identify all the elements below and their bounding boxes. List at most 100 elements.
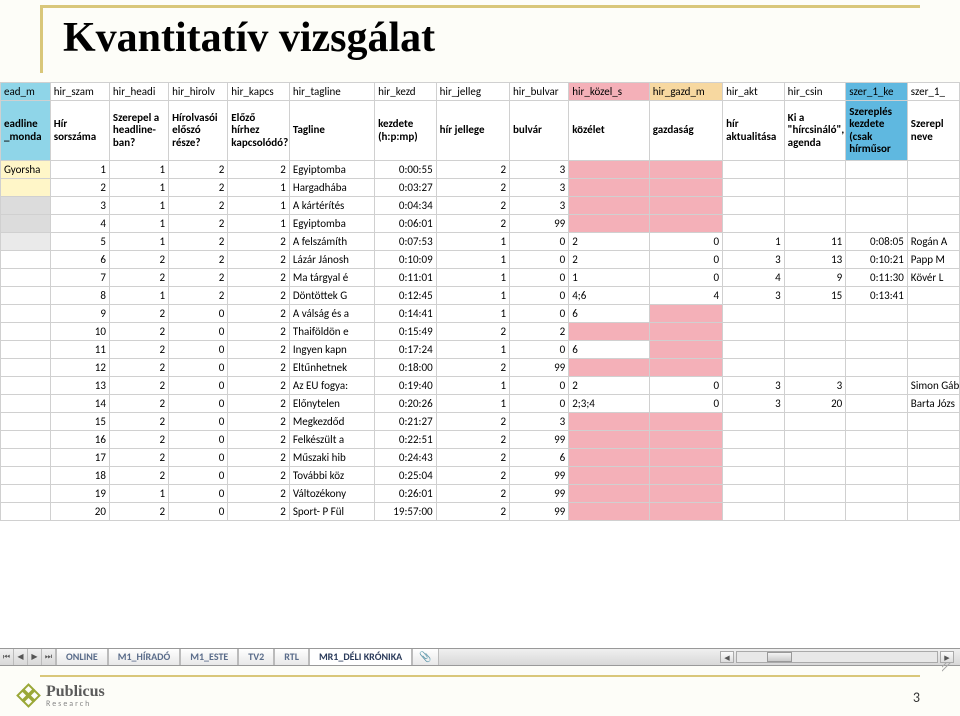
- cell-akt[interactable]: 3: [723, 377, 785, 395]
- cell-ead[interactable]: [1, 197, 51, 215]
- cell-jelleg[interactable]: 2: [436, 161, 509, 179]
- cell-szer1[interactable]: Rogán A: [907, 233, 959, 251]
- cell-tagline[interactable]: Eltűnhetnek: [289, 359, 374, 377]
- cell-csin[interactable]: [784, 305, 846, 323]
- cell-kezd[interactable]: 0:17:24: [375, 341, 437, 359]
- cell-kapcs[interactable]: 2: [228, 503, 290, 521]
- cell-hirolv[interactable]: 0: [169, 395, 228, 413]
- cell-jelleg[interactable]: 1: [436, 377, 509, 395]
- cell-csin[interactable]: [784, 503, 846, 521]
- cell-kezd[interactable]: 0:11:01: [375, 269, 437, 287]
- scroll-track[interactable]: [736, 651, 938, 663]
- cell-akt[interactable]: [723, 215, 785, 233]
- cell-kapcs[interactable]: 2: [228, 161, 290, 179]
- cell-szer1k[interactable]: [846, 305, 908, 323]
- cell-ead[interactable]: [1, 269, 51, 287]
- cell-szam[interactable]: 1: [50, 161, 109, 179]
- cell-szer1[interactable]: Barta Józs: [907, 395, 959, 413]
- cell-gazd[interactable]: 0: [649, 377, 722, 395]
- table-row[interactable]: 14202Előnytelen0:20:26102;3;40320Barta J…: [1, 395, 960, 413]
- table-row[interactable]: 2121Hargadhába0:03:2723: [1, 179, 960, 197]
- cell-kozel[interactable]: [569, 467, 650, 485]
- cell-hirolv[interactable]: 2: [169, 215, 228, 233]
- cell-ead[interactable]: [1, 413, 51, 431]
- cell-akt[interactable]: [723, 485, 785, 503]
- cell-szer1[interactable]: [907, 341, 959, 359]
- cell-szer1k[interactable]: 0:10:21: [846, 251, 908, 269]
- cell-hirolv[interactable]: 0: [169, 305, 228, 323]
- cell-kezd[interactable]: 0:18:00: [375, 359, 437, 377]
- cell-szer1k[interactable]: [846, 467, 908, 485]
- table-row[interactable]: 8122Döntöttek G0:12:45104;643150:13:41: [1, 287, 960, 305]
- cell-head[interactable]: 2: [109, 431, 168, 449]
- cell-szer1[interactable]: [907, 287, 959, 305]
- cell-szer1k[interactable]: [846, 413, 908, 431]
- cell-csin[interactable]: [784, 359, 846, 377]
- cell-jelleg[interactable]: 2: [436, 359, 509, 377]
- spreadsheet[interactable]: ead_m hir_szam hir_headi hir_hirolv hir_…: [0, 82, 960, 662]
- cell-jelleg[interactable]: 1: [436, 251, 509, 269]
- cell-szam[interactable]: 13: [50, 377, 109, 395]
- cell-head[interactable]: 2: [109, 449, 168, 467]
- cell-head[interactable]: 1: [109, 215, 168, 233]
- cell-kezd[interactable]: 0:22:51: [375, 431, 437, 449]
- cell-kezd[interactable]: 0:20:26: [375, 395, 437, 413]
- cell-tagline[interactable]: Lázár Jánosh: [289, 251, 374, 269]
- cell-gazd[interactable]: 4: [649, 287, 722, 305]
- cell-szam[interactable]: 16: [50, 431, 109, 449]
- cell-csin[interactable]: [784, 467, 846, 485]
- cell-kezd[interactable]: 19:57:00: [375, 503, 437, 521]
- cell-kezd[interactable]: 0:19:40: [375, 377, 437, 395]
- resize-grip-icon[interactable]: [942, 662, 954, 672]
- cell-kozel[interactable]: 2: [569, 377, 650, 395]
- cell-jelleg[interactable]: 2: [436, 449, 509, 467]
- cell-gazd[interactable]: [649, 179, 722, 197]
- cell-szer1k[interactable]: 0:08:05: [846, 233, 908, 251]
- cell-szam[interactable]: 5: [50, 233, 109, 251]
- cell-akt[interactable]: [723, 503, 785, 521]
- cell-kozel[interactable]: [569, 359, 650, 377]
- cell-tagline[interactable]: A felszámíth: [289, 233, 374, 251]
- cell-jelleg[interactable]: 2: [436, 215, 509, 233]
- tab-mr1-deli-kronika[interactable]: MR1_DÉLI KRÓNIKA: [309, 649, 412, 665]
- cell-kozel[interactable]: 2;3;4: [569, 395, 650, 413]
- cell-tagline[interactable]: Megkezdőd: [289, 413, 374, 431]
- cell-szer1k[interactable]: [846, 341, 908, 359]
- cell-tagline[interactable]: További köz: [289, 467, 374, 485]
- tab-nav-last-icon[interactable]: ⏭: [42, 649, 56, 665]
- cell-szer1[interactable]: Simon Gáb: [907, 377, 959, 395]
- cell-head[interactable]: 1: [109, 197, 168, 215]
- tab-nav-prev-icon[interactable]: ◀: [14, 649, 28, 665]
- cell-csin[interactable]: [784, 449, 846, 467]
- cell-csin[interactable]: [784, 323, 846, 341]
- cell-gazd[interactable]: 0: [649, 395, 722, 413]
- cell-szam[interactable]: 7: [50, 269, 109, 287]
- cell-csin[interactable]: [784, 485, 846, 503]
- cell-head[interactable]: 2: [109, 377, 168, 395]
- cell-kapcs[interactable]: 1: [228, 215, 290, 233]
- cell-head[interactable]: 2: [109, 305, 168, 323]
- tab-end-icon[interactable]: 📎: [412, 649, 438, 665]
- cell-head[interactable]: 2: [109, 467, 168, 485]
- cell-kapcs[interactable]: 2: [228, 269, 290, 287]
- cell-bulvar[interactable]: 99: [510, 467, 569, 485]
- cell-ead[interactable]: [1, 305, 51, 323]
- table-row[interactable]: 9202A válság és a0:14:41106: [1, 305, 960, 323]
- cell-csin[interactable]: 15: [784, 287, 846, 305]
- cell-szer1[interactable]: [907, 179, 959, 197]
- cell-ead[interactable]: [1, 179, 51, 197]
- cell-kozel[interactable]: [569, 323, 650, 341]
- cell-gazd[interactable]: [649, 449, 722, 467]
- cell-kozel[interactable]: [569, 413, 650, 431]
- cell-kezd[interactable]: 0:15:49: [375, 323, 437, 341]
- cell-tagline[interactable]: Egyiptomba: [289, 161, 374, 179]
- cell-gazd[interactable]: [649, 161, 722, 179]
- cell-bulvar[interactable]: 3: [510, 197, 569, 215]
- cell-csin[interactable]: [784, 161, 846, 179]
- cell-bulvar[interactable]: 0: [510, 341, 569, 359]
- cell-jelleg[interactable]: 1: [436, 341, 509, 359]
- cell-hirolv[interactable]: 0: [169, 341, 228, 359]
- cell-csin[interactable]: [784, 341, 846, 359]
- cell-bulvar[interactable]: 99: [510, 215, 569, 233]
- cell-kezd[interactable]: 0:07:53: [375, 233, 437, 251]
